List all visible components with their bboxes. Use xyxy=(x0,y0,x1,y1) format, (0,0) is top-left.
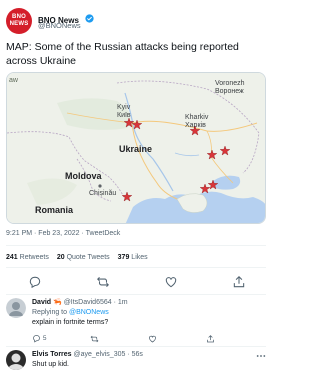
divider xyxy=(6,346,266,347)
reply-tweet[interactable]: Elvis Torres @aye_elvis_305 · 56s Shut u… xyxy=(6,350,266,380)
share-icon[interactable] xyxy=(206,334,215,344)
reply-icon[interactable] xyxy=(28,275,42,289)
shrimp-emoji-icon: 🦐 xyxy=(53,299,62,306)
likes-label: Likes xyxy=(131,254,148,261)
reply-tweet[interactable]: David 🦐 @ItsDavid6564 · 1m Replying to @… xyxy=(6,298,266,344)
map-label-romania: Romania xyxy=(35,205,74,215)
replying-to-label: Replying to xyxy=(32,309,69,316)
share-icon[interactable] xyxy=(232,275,246,289)
divider xyxy=(6,294,266,295)
reply-avatar[interactable] xyxy=(6,298,26,318)
retweets-stat[interactable]: 241 Retweets xyxy=(6,254,49,261)
quotes-label: Quote Tweets xyxy=(66,254,110,261)
quote-count: 20 xyxy=(56,254,65,261)
reply-author-name[interactable]: Elvis Torres xyxy=(32,351,72,358)
tweet-actions xyxy=(6,275,266,289)
map-label-chisinau: Chișinău xyxy=(89,190,116,197)
divider xyxy=(6,267,266,268)
reply-text: explain in fortnite terms? xyxy=(32,319,109,326)
verified-badge-icon xyxy=(85,14,94,23)
author-info: BNO News @BNONews xyxy=(38,10,94,30)
retweet-count: 241 xyxy=(6,254,18,261)
tweet-meta: 9:21 PM · Feb 23, 2022 · TweetDeck xyxy=(6,230,120,237)
reply-author-handle[interactable]: @ItsDavid6564 xyxy=(64,299,112,306)
map-label-voronezh-cyr: Воронеж xyxy=(215,88,244,95)
like-icon[interactable] xyxy=(148,334,157,344)
author-avatar[interactable]: BNO NEWS xyxy=(6,8,32,34)
reply-text: Shut up kid. xyxy=(32,361,69,368)
reply-time[interactable]: 1m xyxy=(118,299,128,306)
divider xyxy=(6,245,266,246)
reply-author-name[interactable]: David xyxy=(32,299,51,306)
likes-stat[interactable]: 379 Likes xyxy=(118,254,148,261)
reply-header: David 🦐 @ItsDavid6564 · 1m xyxy=(32,299,128,306)
retweet-icon[interactable] xyxy=(96,275,110,289)
tweet-source[interactable]: TweetDeck xyxy=(86,230,121,237)
reply-body: Elvis Torres @aye_elvis_305 · 56s Shut u… xyxy=(32,350,266,370)
map-svg: aw Voronezh Воронеж Kyiv Київ Kharkiv Ха… xyxy=(7,73,265,223)
retweets-label: Retweets xyxy=(19,254,49,261)
like-count: 379 xyxy=(117,254,130,261)
map-image[interactable]: aw Voronezh Воронеж Kyiv Київ Kharkiv Ха… xyxy=(6,72,266,224)
author-handle[interactable]: @BNONews xyxy=(38,21,81,30)
map-label-moldova: Moldova xyxy=(65,171,102,181)
reply-reply-count: 5 xyxy=(42,335,47,343)
tweet-header: BNO NEWS BNO News @BNONews xyxy=(6,8,266,38)
tweet-stats: 241 Retweets 20 Quote Tweets 379 Likes xyxy=(6,254,148,261)
map-label-ukraine: Ukraine xyxy=(119,144,152,154)
retweet-icon[interactable] xyxy=(90,334,99,344)
like-icon[interactable] xyxy=(164,275,178,289)
reply-reply-action[interactable]: 5 xyxy=(32,334,46,344)
reply-body: David 🦐 @ItsDavid6564 · 1m Replying to @… xyxy=(32,298,266,343)
quotes-stat[interactable]: 20 Quote Tweets xyxy=(57,254,110,261)
tweet-timestamp[interactable]: 9:21 PM · Feb 23, 2022 · xyxy=(6,230,86,237)
reply-author-handle[interactable]: @aye_elvis_305 xyxy=(74,351,126,358)
tweet-text: MAP: Some of the Russian attacks being r… xyxy=(6,41,239,67)
replying-to-mention[interactable]: @BNONews xyxy=(69,309,109,316)
avatar-text-line-2: NEWS xyxy=(9,21,29,27)
reply-header: Elvis Torres @aye_elvis_305 · 56s xyxy=(32,351,143,358)
avatar-text-line-1: BNO xyxy=(12,14,26,20)
reply-avatar[interactable] xyxy=(6,350,26,370)
chisinau-city-dot xyxy=(98,184,102,188)
map-label-kyiv: Kyiv xyxy=(117,104,131,111)
map-label-voronezh: Voronezh xyxy=(215,80,245,87)
more-icon[interactable] xyxy=(256,353,266,359)
map-label-aw: aw xyxy=(9,77,19,84)
map-label-kharkiv: Kharkiv xyxy=(185,114,209,121)
replying-to: Replying to @BNONews xyxy=(32,308,266,318)
reply-actions: 5 xyxy=(32,334,266,344)
reply-time[interactable]: 56s xyxy=(132,351,143,358)
reply-icon xyxy=(33,335,40,343)
